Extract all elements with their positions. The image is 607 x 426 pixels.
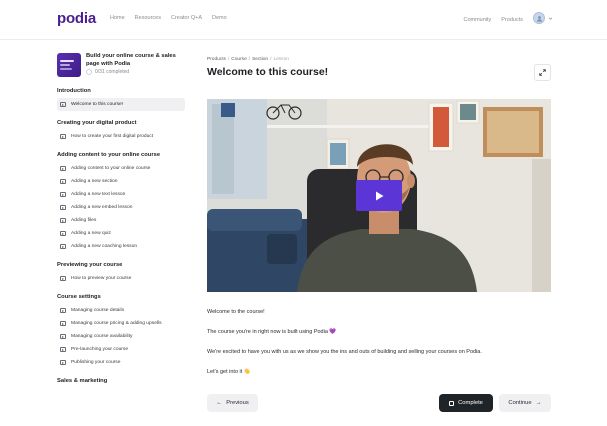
nav-link-home[interactable]: Home xyxy=(110,15,125,21)
lesson-body: Welcome to the course! The course you're… xyxy=(207,309,551,376)
lesson-item[interactable]: Adding a new section xyxy=(57,175,185,188)
video-lesson-icon xyxy=(60,308,66,313)
video-lesson-icon xyxy=(60,321,66,326)
lesson-label: Adding files xyxy=(71,218,97,223)
video-lesson-icon xyxy=(60,192,66,197)
lesson-label: Managing course availability xyxy=(71,334,133,339)
lesson-label: Publishing your course xyxy=(71,360,121,365)
lesson-label: How to create your first digital product xyxy=(71,134,154,139)
lesson-item[interactable]: Adding a new embed lesson xyxy=(57,201,185,214)
section-title: Sales & marketing xyxy=(57,378,108,384)
lesson-label: Pre-launching your course xyxy=(71,347,129,352)
page-title: Welcome to this course! xyxy=(207,66,329,78)
section-list: Introduction Welcome to this course! Creat… xyxy=(57,88,185,384)
course-card: Build your online course & sales page wi… xyxy=(57,53,185,77)
lesson-label: Adding a new section xyxy=(71,179,118,184)
lesson-paragraph: Let's get into it 👋 xyxy=(207,369,251,375)
lesson-paragraph: Welcome to the course! xyxy=(207,309,265,315)
nav-link-resources[interactable]: Resources xyxy=(135,15,161,21)
video-lesson-icon xyxy=(60,102,66,107)
section-title: Introduction xyxy=(57,88,91,94)
lesson-label: Adding a new quiz xyxy=(71,231,111,236)
breadcrumb: Products / Course / Section / Lesson xyxy=(207,57,289,62)
lesson-paragraph: We're excited to have you with us as we … xyxy=(207,349,482,355)
chevron-down-icon xyxy=(548,17,553,20)
video-lesson-icon xyxy=(60,166,66,171)
video-lesson-icon xyxy=(60,244,66,249)
breadcrumb-item[interactable]: Course xyxy=(231,57,246,62)
nav-link-demo[interactable]: Demo xyxy=(212,15,227,21)
lesson-paragraph: The course you're in right now is built … xyxy=(207,329,337,335)
complete-label: Complete xyxy=(458,400,483,406)
lesson-label: Welcome to this course! xyxy=(71,102,124,107)
lesson-item[interactable]: Publishing your course xyxy=(57,356,185,369)
continue-label: Continue xyxy=(508,400,532,406)
play-icon xyxy=(376,191,384,200)
section-title: Creating your digital product xyxy=(57,120,137,126)
lesson-item[interactable]: Adding a new coaching lesson xyxy=(57,240,185,253)
lesson-item[interactable]: How to create your first digital product xyxy=(57,130,185,143)
expand-icon xyxy=(539,69,546,76)
user-avatar-icon xyxy=(533,12,545,24)
course-progress: 0/31 completed xyxy=(86,69,182,75)
lesson-item[interactable]: Adding a new quiz xyxy=(57,227,185,240)
video-lesson-icon xyxy=(60,347,66,352)
nav-link-community[interactable]: Community xyxy=(463,17,491,23)
video-lesson-icon xyxy=(60,205,66,210)
lesson-label: Managing course pricing & adding upsells xyxy=(71,321,162,326)
play-button[interactable] xyxy=(356,180,402,211)
section-title: Course settings xyxy=(57,294,101,300)
section-title: Previewing your course xyxy=(57,262,123,268)
lesson-label: Adding a new embed lesson xyxy=(71,205,133,210)
video-player[interactable] xyxy=(207,99,551,292)
video-lesson-icon xyxy=(60,179,66,184)
breadcrumb-item[interactable]: Products xyxy=(207,57,226,62)
breadcrumb-current: Lesson xyxy=(273,57,289,62)
video-lesson-icon xyxy=(60,134,66,139)
lesson-label: Managing course details xyxy=(71,308,125,313)
arrow-right-icon: → xyxy=(535,400,542,406)
complete-button[interactable]: Complete xyxy=(439,394,493,412)
lesson-label: Adding a new coaching lesson xyxy=(71,244,138,249)
arrow-left-icon: ← xyxy=(216,400,223,406)
video-lesson-icon xyxy=(60,218,66,223)
lesson-item[interactable]: Managing course availability xyxy=(57,330,185,343)
lesson-item[interactable]: Pre-launching your course xyxy=(57,343,185,356)
lesson-item[interactable]: Managing course details xyxy=(57,304,185,317)
checkbox-icon xyxy=(449,400,455,406)
lesson-label: Adding a new text lesson xyxy=(71,192,126,197)
video-lesson-icon xyxy=(60,360,66,365)
section-title: Adding content to your online course xyxy=(57,152,161,158)
fullscreen-button[interactable] xyxy=(534,64,551,81)
nav-link-products[interactable]: Products xyxy=(501,17,523,23)
lesson-label: How to preview your course xyxy=(71,276,132,281)
lesson-item[interactable]: Adding a new text lesson xyxy=(57,188,185,201)
top-navigation: podia Home Resources Creator Q+A Demo Co… xyxy=(0,0,607,40)
course-thumbnail xyxy=(57,53,81,77)
previous-button[interactable]: ← Previous xyxy=(207,394,258,412)
nav-link-creator-qa[interactable]: Creator Q+A xyxy=(171,15,202,21)
previous-label: Previous xyxy=(226,400,249,406)
progress-ring-icon xyxy=(86,69,92,75)
lesson-item[interactable]: Adding files xyxy=(57,214,185,227)
progress-text: 0/31 completed xyxy=(95,69,130,75)
course-sidebar: Build your online course & sales page wi… xyxy=(57,53,185,426)
nav-links: Home Resources Creator Q+A Demo xyxy=(110,15,227,21)
continue-button[interactable]: Continue → xyxy=(499,394,551,412)
lesson-item[interactable]: Managing course pricing & adding upsells xyxy=(57,317,185,330)
nav-right: Community Products xyxy=(463,12,553,24)
video-lesson-icon xyxy=(60,334,66,339)
lesson-label: Adding content to your online course xyxy=(71,166,151,171)
video-lesson-icon xyxy=(60,276,66,281)
video-lesson-icon xyxy=(60,231,66,236)
breadcrumb-item[interactable]: Section xyxy=(252,57,268,62)
lesson-item[interactable]: How to preview your course xyxy=(57,272,185,285)
account-menu[interactable] xyxy=(533,12,553,24)
podia-logo[interactable]: podia xyxy=(57,10,96,27)
lesson-item[interactable]: Welcome to this course! xyxy=(57,98,185,111)
course-title: Build your online course & sales page wi… xyxy=(86,53,176,67)
lesson-item[interactable]: Adding content to your online course xyxy=(57,162,185,175)
